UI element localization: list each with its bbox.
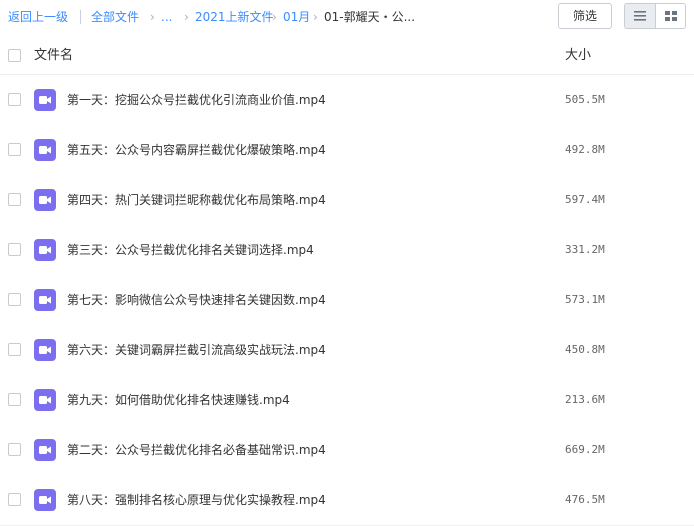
breadcrumb-all-files[interactable]: 全部文件	[91, 9, 139, 25]
breadcrumb-divider	[80, 10, 81, 24]
row-checkbox[interactable]	[8, 493, 21, 506]
video-file-icon	[34, 439, 56, 461]
top-bar: 返回上一级 全部文件 › ... › 2021上新文件 › 01月 › 01-郭…	[0, 0, 694, 36]
video-file-icon	[34, 239, 56, 261]
file-size: 492.8M	[565, 143, 605, 156]
file-row[interactable]: 第四天：热门关键词拦昵称截优化布局策略.mp4 597.4M	[0, 175, 694, 226]
grid-view-button[interactable]	[656, 4, 685, 28]
list-view-button[interactable]	[625, 4, 656, 28]
breadcrumb-folder-2021[interactable]: 2021上新文件	[195, 9, 274, 25]
breadcrumb-folder-month[interactable]: 01月	[283, 9, 310, 25]
video-file-icon	[34, 289, 56, 311]
file-size: 573.1M	[565, 293, 605, 306]
chevron-right-icon: ›	[272, 10, 277, 24]
file-name[interactable]: 第八天：强制排名核心原理与优化实操教程.mp4	[67, 492, 326, 508]
column-header-name[interactable]: 文件名	[34, 48, 73, 64]
breadcrumb-current: 01-郭耀天・公...	[324, 10, 416, 24]
row-checkbox[interactable]	[8, 393, 21, 406]
video-file-icon	[34, 139, 56, 161]
file-name[interactable]: 第四天：热门关键词拦昵称截优化布局策略.mp4	[67, 192, 326, 208]
select-all-checkbox[interactable]	[8, 49, 21, 62]
chevron-right-icon: ›	[150, 10, 155, 24]
file-size: 213.6M	[565, 393, 605, 406]
file-row[interactable]: 第六天：关键词霸屏拦截引流高级实战玩法.mp4 450.8M	[0, 325, 694, 376]
file-name[interactable]: 第一天：挖掘公众号拦截优化引流商业价值.mp4	[67, 92, 326, 108]
file-name[interactable]: 第九天：如何借助优化排名快速赚钱.mp4	[67, 392, 290, 408]
table-header: 文件名 大小	[0, 37, 694, 75]
file-row[interactable]: 第八天：强制排名核心原理与优化实操教程.mp4 476.5M	[0, 475, 694, 526]
row-checkbox[interactable]	[8, 293, 21, 306]
file-name[interactable]: 第七天：影响微信公众号快速排名关键因数.mp4	[67, 292, 326, 308]
chevron-right-icon: ›	[313, 10, 318, 24]
file-row[interactable]: 第三天：公众号拦截优化排名关键词选择.mp4 331.2M	[0, 225, 694, 276]
video-file-icon	[34, 489, 56, 511]
video-file-icon	[34, 189, 56, 211]
file-row[interactable]: 第七天：影响微信公众号快速排名关键因数.mp4 573.1M	[0, 275, 694, 326]
file-size: 450.8M	[565, 343, 605, 356]
chevron-right-icon: ›	[184, 10, 189, 24]
video-file-icon	[34, 89, 56, 111]
file-size: 669.2M	[565, 443, 605, 456]
breadcrumb-ellipsis[interactable]: ...	[161, 9, 172, 25]
file-size: 331.2M	[565, 243, 605, 256]
video-file-icon	[34, 389, 56, 411]
back-link[interactable]: 返回上一级	[8, 9, 68, 25]
list-view-icon	[634, 11, 646, 21]
video-file-icon	[34, 339, 56, 361]
file-size: 505.5M	[565, 93, 605, 106]
file-size: 476.5M	[565, 493, 605, 506]
file-name[interactable]: 第二天：公众号拦截优化排名必备基础常识.mp4	[67, 442, 326, 458]
file-row[interactable]: 第一天：挖掘公众号拦截优化引流商业价值.mp4 505.5M	[0, 75, 694, 126]
row-checkbox[interactable]	[8, 193, 21, 206]
grid-view-icon	[665, 11, 677, 21]
file-name[interactable]: 第六天：关键词霸屏拦截引流高级实战玩法.mp4	[67, 342, 326, 358]
view-toggle	[624, 3, 686, 29]
file-row[interactable]: 第五天：公众号内容霸屏拦截优化爆破策略.mp4 492.8M	[0, 125, 694, 176]
row-checkbox[interactable]	[8, 243, 21, 256]
row-checkbox[interactable]	[8, 143, 21, 156]
file-name[interactable]: 第三天：公众号拦截优化排名关键词选择.mp4	[67, 242, 314, 258]
file-size: 597.4M	[565, 193, 605, 206]
file-row[interactable]: 第二天：公众号拦截优化排名必备基础常识.mp4 669.2M	[0, 425, 694, 476]
row-checkbox[interactable]	[8, 93, 21, 106]
file-name[interactable]: 第五天：公众号内容霸屏拦截优化爆破策略.mp4	[67, 142, 326, 158]
filter-button[interactable]: 筛选	[558, 3, 612, 29]
column-header-size[interactable]: 大小	[565, 48, 591, 64]
row-checkbox[interactable]	[8, 343, 21, 356]
row-checkbox[interactable]	[8, 443, 21, 456]
file-row[interactable]: 第九天：如何借助优化排名快速赚钱.mp4 213.6M	[0, 375, 694, 426]
